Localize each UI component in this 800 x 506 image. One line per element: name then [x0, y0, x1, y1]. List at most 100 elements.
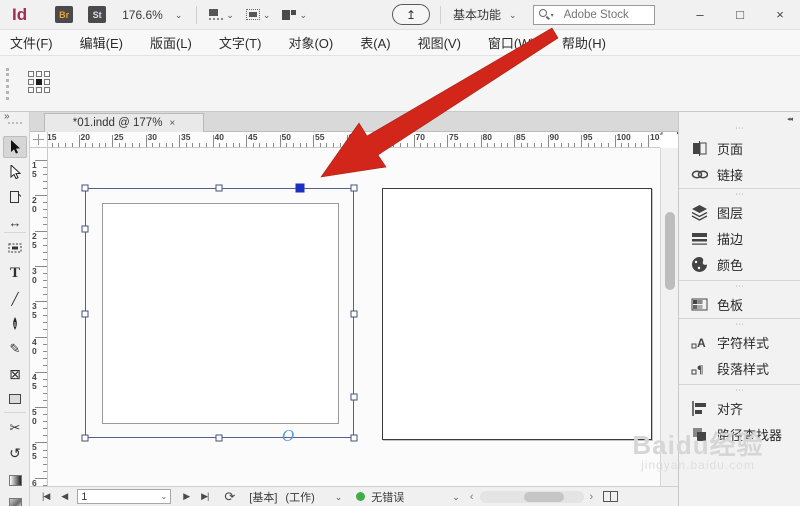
pen-tool[interactable] [3, 313, 27, 335]
handle-top-left[interactable] [81, 184, 89, 192]
horizontal-scrollbar-thumb[interactable] [523, 491, 564, 502]
rectangle-tool[interactable] [3, 388, 27, 410]
document-tab[interactable]: *01.indd @ 177% × [44, 113, 204, 132]
handle-top-right[interactable] [350, 184, 358, 192]
menu-bar: 文件(F) 编辑(E) 版面(L) 文字(T) 对象(O) 表(A) 视图(V)… [0, 30, 800, 56]
preflight-profile[interactable]: (工作) [285, 489, 314, 505]
dock-drag-handle[interactable]: ⋯ [679, 282, 800, 291]
maximize-button[interactable]: □ [720, 7, 760, 22]
panel-drag-handle[interactable] [6, 68, 9, 100]
divider [440, 5, 441, 24]
workspace-switcher[interactable]: 基本功能 [453, 6, 501, 23]
tab-close-icon[interactable]: × [169, 118, 175, 129]
panel-item-paragraph-styles[interactable]: ¶ 段落样式 [679, 356, 800, 380]
vertical-scrollbar-thumb[interactable] [665, 212, 675, 290]
document-canvas[interactable]: O [48, 148, 660, 486]
handle-selected[interactable] [295, 183, 305, 193]
minimize-button[interactable]: – [680, 7, 720, 22]
view-options-button[interactable]: ⌄ [209, 9, 234, 20]
handle-bottom-center[interactable] [215, 434, 223, 442]
vertical-scrollbar[interactable] [660, 148, 678, 486]
expand-panel-icon[interactable]: » [4, 111, 10, 122]
preflight-preset[interactable]: [基本] [249, 489, 277, 505]
dock-drag-handle[interactable]: ⋯ [679, 124, 800, 133]
screen-mode-button[interactable]: ⌄ [245, 9, 270, 20]
handle-left-middle[interactable] [81, 310, 89, 318]
current-page-number: 1 [81, 490, 88, 503]
panel-item-align[interactable]: 对齐 [679, 396, 800, 420]
handle-left-upper[interactable] [81, 225, 89, 233]
menu-file[interactable]: 文件(F) [10, 33, 53, 52]
dock-drag-handle[interactable]: ⋯ [679, 320, 800, 329]
arrange-windows-button[interactable]: ⌄ [282, 9, 307, 20]
direct-selection-tool[interactable] [3, 161, 27, 183]
dock-drag-handle[interactable]: ⋯ [679, 190, 800, 199]
zoom-level[interactable]: 176.6% [122, 8, 163, 22]
handle-bottom-left[interactable] [81, 434, 89, 442]
selection-tool[interactable] [3, 136, 27, 158]
stock-button[interactable]: St [88, 6, 107, 23]
close-button[interactable]: × [760, 7, 800, 22]
first-page-button[interactable]: |◀ [42, 491, 50, 502]
horizontal-ruler[interactable]: 1520253035404550556065707580859095100105 [48, 132, 660, 148]
handle-right-lower[interactable] [350, 393, 358, 401]
content-collector-tool[interactable] [3, 236, 27, 258]
menu-layout[interactable]: 版面(L) [150, 33, 192, 52]
divider [196, 5, 198, 24]
panel-item-pathfinder[interactable]: 路径查找器 [679, 422, 800, 446]
horizontal-scrollbar[interactable] [479, 490, 584, 503]
handle-right-middle[interactable] [350, 310, 358, 318]
menu-type[interactable]: 文字(T) [219, 33, 262, 52]
right-page-rectangle[interactable] [382, 188, 652, 440]
stock-search[interactable]: ▾ [532, 4, 655, 25]
panel-item-character-styles[interactable]: A 字符样式 [679, 330, 800, 354]
scissors-tool[interactable]: ✂ [3, 417, 27, 439]
frame-tool[interactable]: ⊠ [3, 363, 27, 385]
scroll-left-icon[interactable]: ‹ [470, 491, 474, 503]
free-transform-tool[interactable]: ↺ [3, 442, 27, 464]
workspace-chevron-icon[interactable]: ⌄ [509, 10, 517, 19]
menu-edit[interactable]: 编辑(E) [80, 33, 123, 52]
share-icon: ↥ [405, 7, 417, 22]
split-layout-view-icon[interactable] [603, 491, 619, 502]
preflight-menu-chevron-icon[interactable]: ⌄ [335, 492, 343, 501]
reference-point-proxy[interactable] [28, 71, 50, 93]
preflight-icon[interactable]: ⟳ [224, 489, 235, 505]
gap-tool[interactable]: ↔ [3, 211, 27, 233]
ruler-origin-box[interactable] [30, 132, 48, 148]
menu-help[interactable]: 帮助(H) [562, 33, 606, 52]
share-button[interactable]: ↥ [392, 4, 430, 25]
gradient-swatch-tool[interactable] [3, 469, 27, 491]
menu-window[interactable]: 窗口(W) [488, 33, 535, 52]
panel-item-swatches[interactable]: 色板 [679, 292, 800, 316]
next-page-button[interactable]: ▶ [183, 491, 190, 502]
search-caret-icon: ▾ [550, 12, 554, 19]
status-chevron-icon[interactable]: ⌄ [452, 492, 460, 501]
menu-table[interactable]: 表(A) [360, 33, 390, 52]
bridge-button[interactable]: Br [55, 6, 74, 23]
handle-bottom-right[interactable] [350, 434, 358, 442]
page-number-dropdown[interactable]: 1 ⌄ [77, 489, 172, 504]
type-tool[interactable]: T [3, 262, 27, 284]
scroll-right-icon[interactable]: › [590, 491, 594, 503]
line-tool[interactable]: ╱ [3, 288, 27, 310]
gradient-feather-tool[interactable] [3, 492, 27, 506]
panel-item-links[interactable]: 链接 [679, 162, 800, 186]
page-tool[interactable] [3, 186, 27, 208]
last-page-button[interactable]: ▶| [201, 491, 209, 502]
pencil-tool[interactable]: ✎ [3, 338, 27, 360]
panel-item-pages[interactable]: 页面 [679, 136, 800, 160]
panel-item-layers[interactable]: 图层 [679, 200, 800, 224]
vertical-ruler[interactable]: 1 52 02 53 03 54 04 55 05 56 0 [30, 148, 48, 486]
menu-view[interactable]: 视图(V) [418, 33, 461, 52]
handle-top-center[interactable] [215, 184, 223, 192]
left-page-rectangle[interactable] [102, 203, 339, 424]
collapse-dock-icon[interactable]: ◂◂ [787, 115, 793, 123]
previous-page-button[interactable]: ◀ [61, 491, 68, 502]
panel-item-color[interactable]: 颜色 [679, 252, 800, 276]
menu-object[interactable]: 对象(O) [288, 33, 333, 52]
toolbar-drag-handle[interactable] [8, 122, 22, 124]
panel-item-stroke[interactable]: 描边 [679, 226, 800, 250]
zoom-chevron-icon[interactable]: ⌄ [175, 10, 183, 19]
dock-drag-handle[interactable]: ⋯ [679, 386, 800, 395]
